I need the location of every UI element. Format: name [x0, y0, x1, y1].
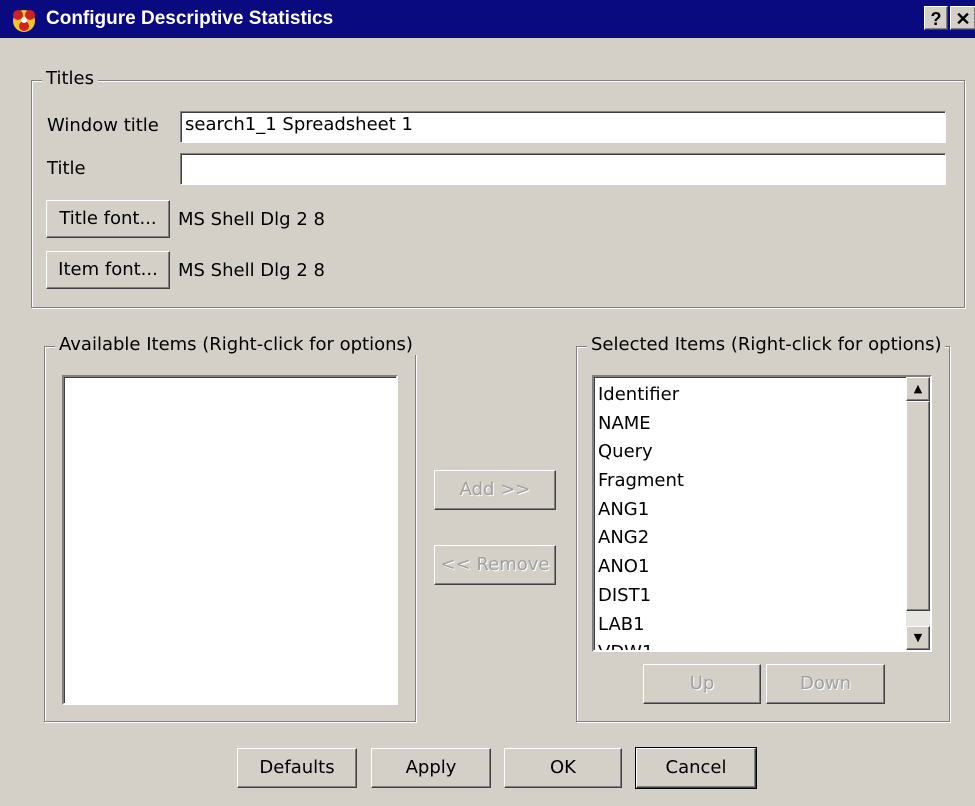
list-item[interactable]: DIST1 — [594, 582, 906, 611]
selected-items-list[interactable]: Identifier NAME Query Fragment ANG1 ANG2… — [592, 375, 932, 652]
scroll-up-arrow-icon: ▲ — [913, 382, 923, 395]
cancel-button[interactable]: Cancel — [635, 747, 757, 789]
window-title-input[interactable]: search1_1 Spreadsheet 1 — [180, 111, 946, 143]
selected-items-rows: Identifier NAME Query Fragment ANG1 ANG2… — [594, 381, 906, 650]
list-item[interactable]: ANG2 — [594, 524, 906, 553]
title-input[interactable] — [180, 153, 946, 185]
close-button[interactable]: ✕ — [950, 6, 975, 30]
title-font-button[interactable]: Title font... — [46, 200, 170, 238]
window-title-label: Window title — [47, 115, 159, 136]
down-button[interactable]: Down — [766, 664, 885, 704]
item-font-button[interactable]: Item font... — [46, 251, 170, 289]
remove-button[interactable]: << Remove — [434, 545, 556, 585]
available-items-legend: Available Items (Right-click for options… — [55, 334, 417, 355]
title-bar: Configure Descriptive Statistics ? ✕ — [0, 0, 975, 38]
scrollbar-thumb[interactable] — [906, 401, 930, 611]
scroll-down-arrow-icon: ▼ — [913, 631, 923, 644]
list-item[interactable]: Query — [594, 438, 906, 467]
list-item[interactable]: ANG1 — [594, 496, 906, 525]
window-title: Configure Descriptive Statistics — [46, 8, 334, 29]
apply-button[interactable]: Apply — [371, 748, 491, 788]
title-label: Title — [47, 158, 86, 179]
title-font-value: MS Shell Dlg 2 8 — [178, 209, 325, 230]
help-button[interactable]: ? — [924, 6, 948, 30]
selected-items-scrollbar[interactable]: ▲ ▼ — [906, 377, 930, 650]
list-item[interactable]: NAME — [594, 410, 906, 439]
list-item[interactable]: Fragment — [594, 467, 906, 496]
titles-group-legend: Titles — [42, 68, 98, 89]
defaults-button[interactable]: Defaults — [237, 748, 357, 788]
close-icon: ✕ — [955, 9, 971, 29]
scroll-down-button[interactable]: ▼ — [906, 626, 930, 650]
list-item[interactable]: LAB1 — [594, 611, 906, 640]
add-button[interactable]: Add >> — [434, 470, 556, 510]
up-button[interactable]: Up — [643, 664, 761, 704]
item-font-value: MS Shell Dlg 2 8 — [178, 260, 325, 281]
available-items-list[interactable] — [62, 375, 398, 705]
ok-button[interactable]: OK — [504, 748, 622, 788]
scroll-up-button[interactable]: ▲ — [906, 377, 930, 401]
list-item[interactable]: ANO1 — [594, 553, 906, 582]
list-item[interactable]: Identifier — [594, 381, 906, 410]
app-icon — [13, 10, 35, 32]
selected-items-legend: Selected Items (Right-click for options) — [587, 334, 946, 355]
list-item[interactable]: VDW1 — [594, 639, 906, 650]
